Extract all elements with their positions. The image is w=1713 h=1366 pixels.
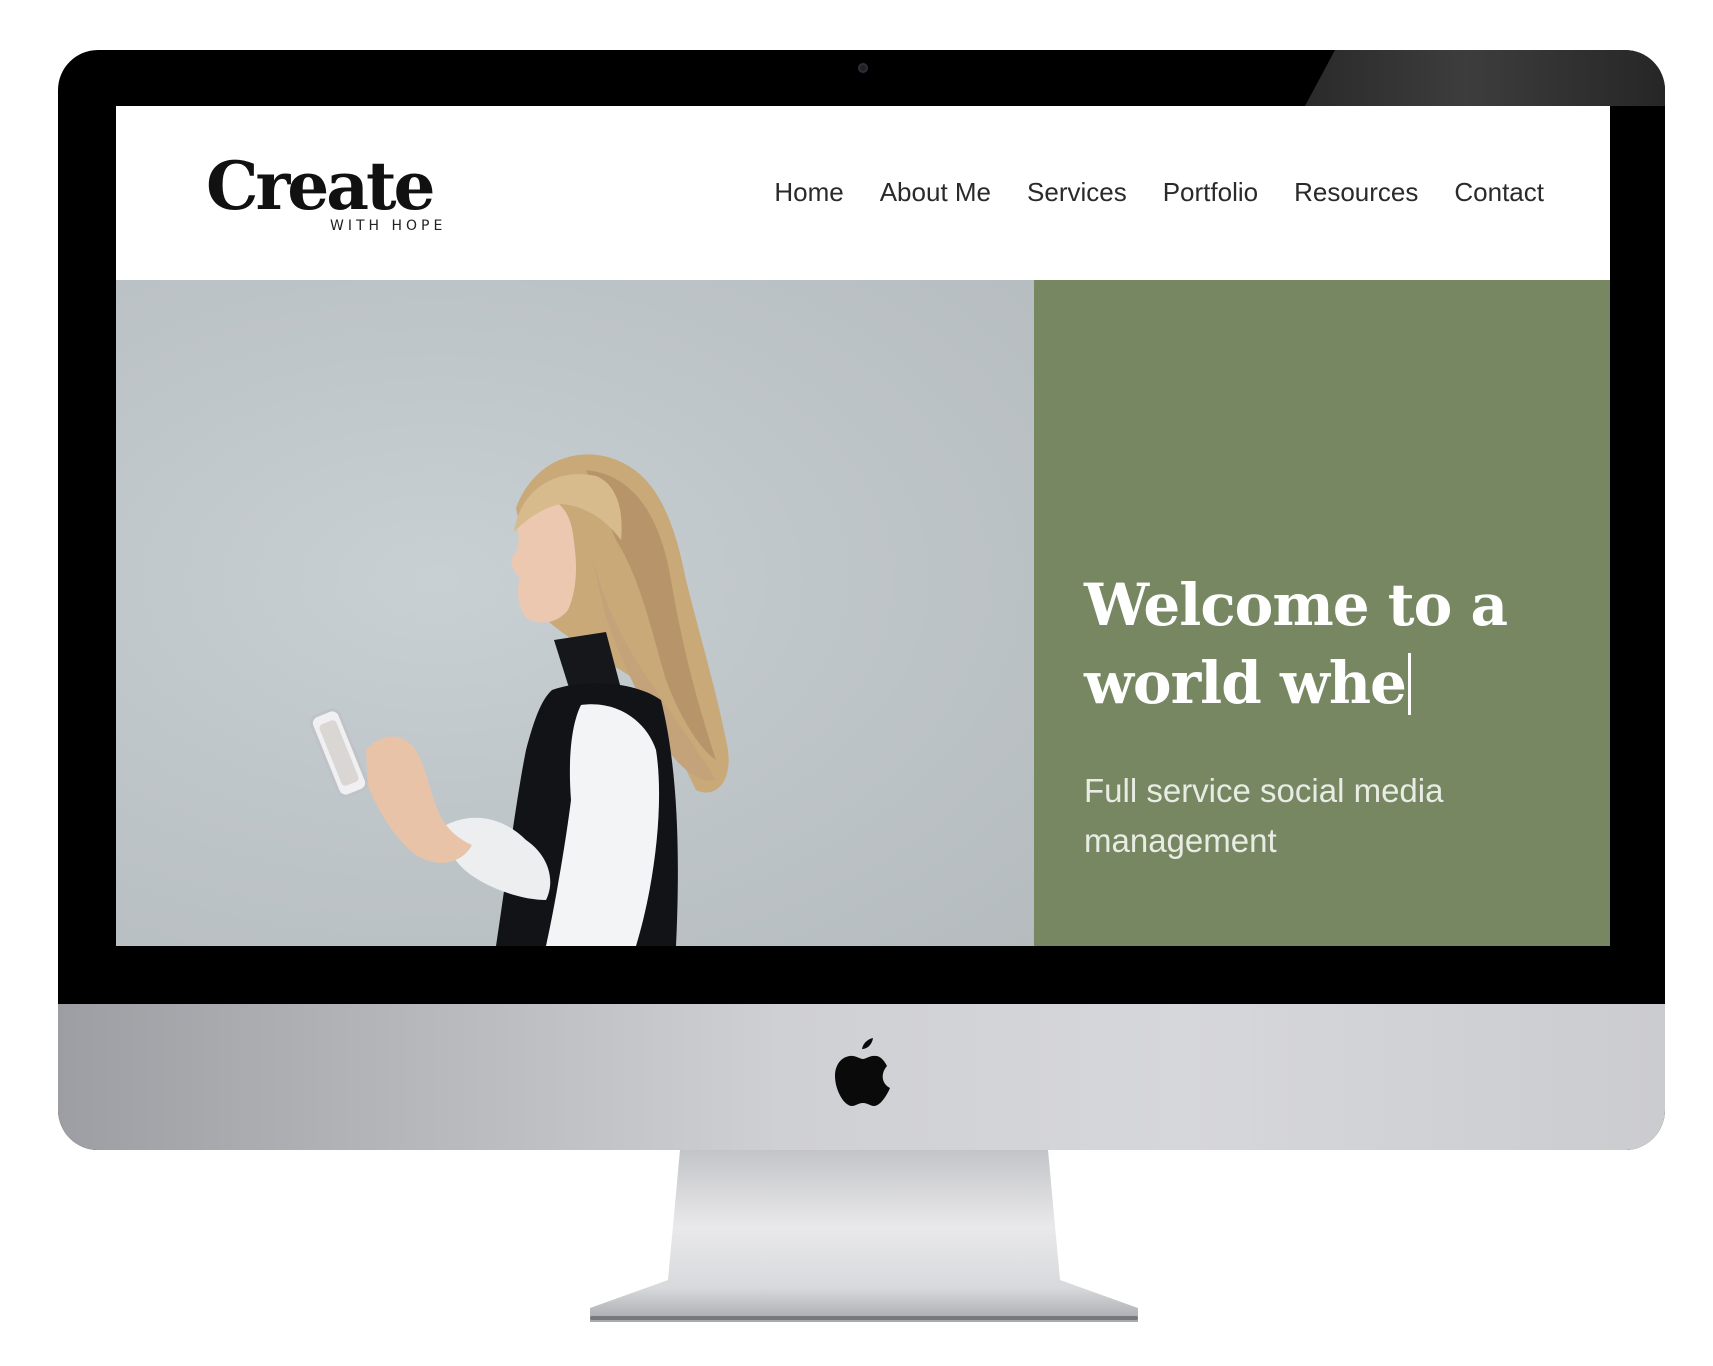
hero-photo <box>116 280 1034 946</box>
woman-with-phone-illustration <box>309 454 729 946</box>
nav-contact[interactable]: Contact <box>1454 176 1544 208</box>
hero-section: Welcome to a world whe Full service soci… <box>116 280 1610 946</box>
logo-wordmark: Create <box>206 147 436 225</box>
logo-tagline: WITH HOPE <box>330 218 447 234</box>
hero-heading: Welcome to a world whe <box>1084 566 1584 722</box>
monitor-stand <box>590 1150 1138 1322</box>
site-logo[interactable]: Create WITH HOPE <box>206 148 466 240</box>
nav-home[interactable]: Home <box>774 176 843 208</box>
nav-about-me[interactable]: About Me <box>880 176 991 208</box>
typing-cursor <box>1407 653 1411 715</box>
site-header: Create WITH HOPE Home About Me Services … <box>116 106 1610 280</box>
nav-portfolio[interactable]: Portfolio <box>1163 176 1258 208</box>
main-nav: Home About Me Services Portfolio Resourc… <box>774 176 1544 208</box>
monitor-mockup: Create WITH HOPE Home About Me Services … <box>0 0 1713 1366</box>
hero-heading-line-1: Welcome to a <box>1084 571 1508 639</box>
screen: Create WITH HOPE Home About Me Services … <box>116 106 1610 946</box>
nav-services[interactable]: Services <box>1027 176 1127 208</box>
nav-resources[interactable]: Resources <box>1294 176 1418 208</box>
webcam-icon <box>858 63 868 73</box>
bezel-glare <box>1305 50 1665 106</box>
stand-shadow <box>590 1316 1138 1320</box>
apple-logo-icon <box>835 1038 890 1106</box>
hero-text-panel: Welcome to a world whe Full service soci… <box>1034 280 1610 946</box>
hero-subheading: Full service social media management <box>1084 772 1444 859</box>
hero-heading-line-2: world whe <box>1084 649 1407 717</box>
